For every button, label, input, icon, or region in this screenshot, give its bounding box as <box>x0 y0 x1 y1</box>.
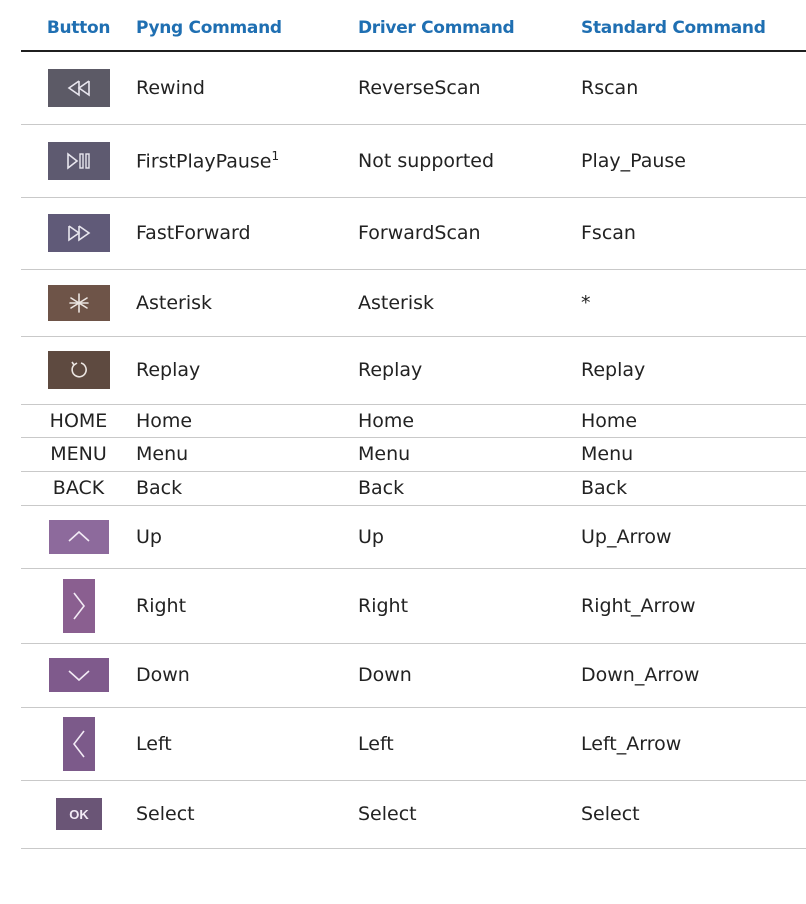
driver-command: Back <box>358 471 581 506</box>
driver-command: Down <box>358 643 581 708</box>
standard-command: Home <box>581 404 806 438</box>
button-label: HOME <box>21 404 136 438</box>
driver-command: ForwardScan <box>358 197 581 270</box>
table-row: Asterisk Asterisk * <box>21 269 806 337</box>
pyng-command: FastForward <box>136 197 358 270</box>
button-cell <box>21 336 136 405</box>
button-cell <box>21 568 136 644</box>
table-row: Rewind ReverseScan Rscan <box>21 51 806 125</box>
table-row: FastForward ForwardScan Fscan <box>21 197 806 270</box>
asterisk-icon <box>47 284 110 321</box>
table-row: Down Down Down_Arrow <box>21 643 806 708</box>
table-row: MENU Menu Menu Menu <box>21 437 806 472</box>
right-arrow-icon <box>62 578 95 633</box>
fast-forward-icon <box>47 214 110 252</box>
standard-command: Menu <box>581 437 806 472</box>
button-cell <box>21 505 136 569</box>
pyng-command-text: FirstPlayPause <box>136 150 272 173</box>
table-row: OK Select Select Select <box>21 780 806 849</box>
replay-icon <box>47 351 110 389</box>
table-row: HOME Home Home Home <box>21 404 806 438</box>
standard-command: Back <box>581 471 806 506</box>
standard-command: Left_Arrow <box>581 707 806 781</box>
pyng-command: Left <box>136 707 358 781</box>
driver-command: Select <box>358 780 581 849</box>
standard-command: Select <box>581 780 806 849</box>
standard-command: Play_Pause <box>581 124 806 198</box>
button-cell <box>21 51 136 125</box>
driver-command: Up <box>358 505 581 569</box>
left-arrow-icon <box>62 716 95 771</box>
ok-icon-label: OK <box>69 807 89 822</box>
table-row: Left Left Left_Arrow <box>21 707 806 781</box>
ok-icon: OK <box>55 798 102 830</box>
pyng-command: Menu <box>136 437 358 472</box>
standard-command: Right_Arrow <box>581 568 806 644</box>
driver-command: Replay <box>358 336 581 405</box>
button-cell <box>21 124 136 198</box>
rewind-icon <box>47 68 110 107</box>
standard-command: Rscan <box>581 51 806 125</box>
pyng-command: Down <box>136 643 358 708</box>
table-row: Up Up Up_Arrow <box>21 505 806 569</box>
pyng-command: Back <box>136 471 358 506</box>
header-pyng-command: Pyng Command <box>136 6 358 52</box>
pyng-command: Up <box>136 505 358 569</box>
pyng-command: Home <box>136 404 358 438</box>
standard-command: Replay <box>581 336 806 405</box>
button-cell: OK <box>21 780 136 849</box>
driver-command: Right <box>358 568 581 644</box>
table-row: FirstPlayPause1 Not supported Play_Pause <box>21 124 806 198</box>
driver-command: Menu <box>358 437 581 472</box>
driver-command: ReverseScan <box>358 51 581 125</box>
footnote-marker: 1 <box>271 148 280 163</box>
command-mapping-table: Button Pyng Command Driver Command Stand… <box>21 6 806 849</box>
pyng-command: Replay <box>136 336 358 405</box>
driver-command: Not supported <box>358 124 581 198</box>
driver-command: Home <box>358 404 581 438</box>
header-driver-command: Driver Command <box>358 6 581 52</box>
pyng-command: Select <box>136 780 358 849</box>
standard-command: Up_Arrow <box>581 505 806 569</box>
driver-command: Left <box>358 707 581 781</box>
button-cell <box>21 269 136 337</box>
button-label: BACK <box>21 471 136 506</box>
header-button: Button <box>21 6 136 52</box>
down-arrow-icon <box>48 658 109 692</box>
pyng-command: FirstPlayPause1 <box>136 124 358 198</box>
button-cell <box>21 643 136 708</box>
standard-command: Down_Arrow <box>581 643 806 708</box>
up-arrow-icon <box>48 519 109 554</box>
table-header-row: Button Pyng Command Driver Command Stand… <box>21 6 806 52</box>
header-standard-command: Standard Command <box>581 6 806 52</box>
table-row: Replay Replay Replay <box>21 336 806 405</box>
driver-command: Asterisk <box>358 269 581 337</box>
table-row: BACK Back Back Back <box>21 471 806 506</box>
table-row: Right Right Right_Arrow <box>21 568 806 644</box>
play-pause-icon <box>47 141 110 180</box>
button-cell <box>21 197 136 270</box>
pyng-command: Rewind <box>136 51 358 125</box>
pyng-command: Right <box>136 568 358 644</box>
pyng-command: Asterisk <box>136 269 358 337</box>
standard-command: * <box>581 269 806 337</box>
button-cell <box>21 707 136 781</box>
standard-command: Fscan <box>581 197 806 270</box>
button-label: MENU <box>21 437 136 472</box>
